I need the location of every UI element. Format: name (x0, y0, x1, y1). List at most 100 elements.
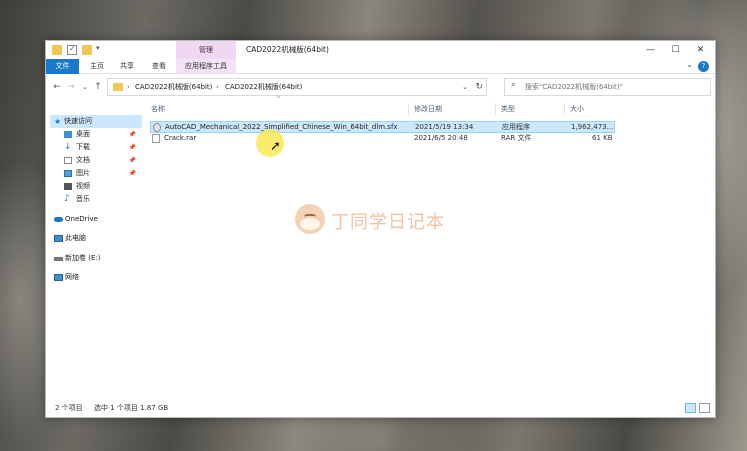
application-icon (153, 123, 161, 132)
title-bar: ▾ 管理 CAD2022机械版(64bit) — ☐ ✕ (46, 41, 715, 59)
sidebar-item-network[interactable]: 网络 (50, 271, 142, 284)
sidebar-item-label: 音乐 (76, 195, 90, 203)
sidebar-item-downloads[interactable]: ↓ 下载 📌 (50, 141, 142, 154)
sidebar-item-label: 下载 (76, 143, 90, 151)
mouse-cursor-icon: ➚ (270, 139, 281, 154)
tab-home[interactable]: 主页 (84, 59, 110, 74)
music-icon: ♪ (64, 194, 70, 204)
sidebar-item-label: OneDrive (65, 215, 98, 223)
star-icon: ★ (54, 117, 62, 126)
refresh-icon[interactable]: ↻ (475, 79, 483, 95)
minimize-button[interactable]: — (638, 41, 663, 59)
address-row: ← → ⌄ ↑ › CAD2022机械版(64bit) › CAD2022机械版… (46, 75, 715, 99)
desktop-icon (64, 131, 72, 138)
column-header-date[interactable]: 修改日期 (414, 101, 442, 117)
sidebar-item-label: 图片 (76, 169, 90, 177)
status-bar: 2 个项目 选中 1 个项目 1.87 GB (46, 399, 715, 417)
search-icon: ⌕ (511, 80, 517, 90)
column-divider[interactable] (408, 103, 409, 115)
sidebar-item-label: 网络 (65, 273, 79, 281)
folder-icon[interactable] (52, 45, 62, 55)
recent-locations-icon[interactable]: ⌄ (78, 79, 92, 95)
file-date: 2021/6/5 20:48 (414, 134, 468, 142)
cloud-icon (54, 217, 63, 222)
breadcrumb-separator[interactable]: › (127, 79, 130, 95)
breadcrumb-item[interactable]: CAD2022机械版(64bit) (225, 79, 302, 95)
expand-ribbon-icon[interactable]: ⌄ (686, 60, 693, 69)
sort-ascending-icon: ^ (276, 96, 282, 103)
watermark-text: 丁同学日记本 (331, 212, 445, 233)
file-name: Crack.rar (164, 134, 197, 142)
pin-icon[interactable]: 📌 (129, 141, 136, 154)
column-header-type[interactable]: 类型 (501, 101, 515, 117)
column-divider[interactable] (564, 103, 565, 115)
watermark: 丁同学日记本 (295, 204, 465, 236)
properties-icon[interactable] (67, 44, 77, 55)
sidebar-item-drive-e[interactable]: 新加卷 (E:) (50, 252, 142, 265)
large-icons-view-icon[interactable] (699, 403, 710, 413)
window-title: CAD2022机械版(64bit) (246, 45, 329, 54)
back-arrow-icon[interactable]: ← (50, 79, 64, 95)
sidebar-item-pictures[interactable]: 图片 📌 (50, 167, 142, 180)
close-button[interactable]: ✕ (688, 41, 713, 59)
tab-file[interactable]: 文件 (46, 59, 79, 74)
document-icon (64, 157, 72, 164)
column-header-size[interactable]: 大小 (570, 101, 584, 117)
column-divider[interactable] (495, 103, 496, 115)
sidebar-item-desktop[interactable]: 桌面 📌 (50, 128, 142, 141)
file-size: 1,962,473... (571, 123, 614, 131)
address-bar[interactable]: › CAD2022机械版(64bit) › CAD2022机械版(64bit) … (107, 78, 487, 96)
shiba-dog-logo-icon (295, 204, 325, 234)
sidebar-item-onedrive[interactable]: OneDrive (50, 213, 142, 226)
maximize-button[interactable]: ☐ (663, 41, 688, 59)
file-size: 61 KB (592, 134, 613, 142)
file-row-sfx[interactable]: AutoCAD_Mechanical_2022_Simplified_Chine… (150, 121, 615, 133)
navigation-pane: ★ 快速访问 桌面 📌 ↓ 下载 📌 文档 📌 图片 📌 视频 ♪ 音乐 One… (46, 99, 144, 399)
sidebar-item-music[interactable]: ♪ 音乐 (50, 193, 142, 206)
selection-info: 选中 1 个项目 1.87 GB (94, 404, 169, 412)
tab-share[interactable]: 共享 (114, 59, 140, 74)
sidebar-item-label: 视频 (76, 182, 90, 190)
sidebar-item-documents[interactable]: 文档 📌 (50, 154, 142, 167)
file-row-rar[interactable]: Crack.rar 2021/6/5 20:48 RAR 文件 61 KB (150, 133, 615, 145)
breadcrumb-separator[interactable]: › (216, 79, 219, 95)
sidebar-item-label: 此电脑 (65, 234, 86, 242)
ribbon-tabs: 文件 主页 共享 查看 应用程序工具 ⌄ ? (46, 59, 715, 74)
sidebar-item-label: 快速访问 (64, 117, 92, 125)
sidebar-item-quick-access[interactable]: ★ 快速访问 (50, 115, 142, 128)
pin-icon[interactable]: 📌 (129, 128, 136, 141)
pin-icon[interactable]: 📌 (129, 154, 136, 167)
video-icon (64, 183, 72, 190)
download-icon: ↓ (64, 142, 72, 152)
file-name: AutoCAD_Mechanical_2022_Simplified_Chine… (165, 123, 398, 131)
file-type: 应用程序 (502, 123, 530, 131)
pin-icon[interactable]: 📌 (129, 167, 136, 180)
details-view-icon[interactable] (685, 403, 696, 413)
sidebar-item-videos[interactable]: 视频 (50, 180, 142, 193)
drive-icon (54, 257, 63, 261)
sidebar-item-this-pc[interactable]: 此电脑 (50, 232, 142, 245)
network-icon (54, 274, 63, 281)
tab-view[interactable]: 查看 (146, 59, 172, 74)
help-icon[interactable]: ? (698, 61, 709, 72)
column-header-name[interactable]: 名称 (151, 101, 165, 117)
file-list-pane: 名称 ^ 修改日期 类型 大小 AutoCAD_Mechanical_2022_… (146, 96, 716, 399)
search-box[interactable]: ⌕ (504, 78, 711, 96)
breadcrumb-item[interactable]: CAD2022机械版(64bit) (135, 79, 212, 95)
file-icon (152, 134, 160, 143)
tab-application-tools[interactable]: 应用程序工具 (176, 59, 236, 74)
search-input[interactable] (525, 80, 707, 94)
folder-icon (113, 83, 123, 91)
sidebar-item-label: 新加卷 (E:) (65, 254, 101, 262)
up-arrow-icon[interactable]: ↑ (91, 79, 105, 95)
file-type: RAR 文件 (501, 134, 532, 142)
sidebar-item-label: 桌面 (76, 130, 90, 138)
address-dropdown-icon[interactable]: ⌄ (462, 79, 468, 95)
forward-arrow-icon[interactable]: → (64, 79, 78, 95)
manage-context-tab[interactable]: 管理 (176, 41, 236, 59)
file-date: 2021/5/19 13:34 (415, 123, 474, 131)
quick-access-dropdown-icon[interactable]: ▾ (96, 44, 100, 52)
sidebar-item-label: 文档 (76, 156, 90, 164)
new-folder-icon[interactable] (82, 45, 92, 55)
computer-icon (54, 235, 63, 242)
